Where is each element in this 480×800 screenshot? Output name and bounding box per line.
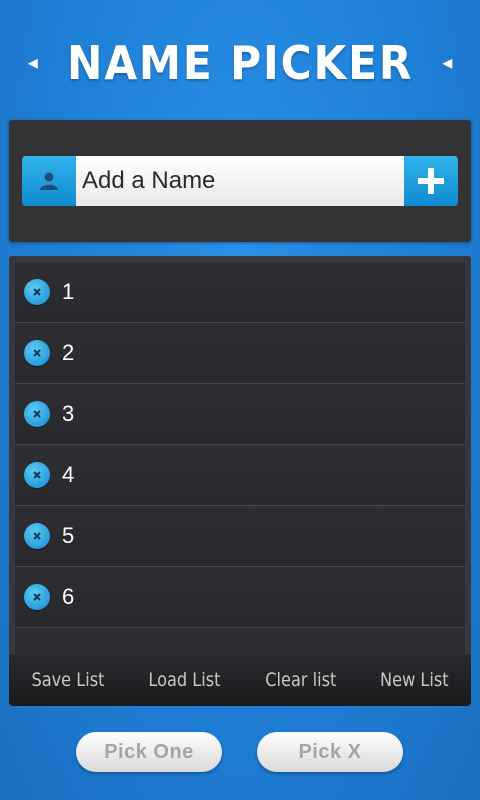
list-item: 2 [15, 323, 465, 384]
list-item-partial [15, 628, 465, 654]
remove-icon[interactable] [24, 584, 50, 610]
list-item-label: 6 [62, 584, 75, 609]
left-arrow-icon: ◂ [27, 52, 38, 74]
list-item-label: 1 [62, 279, 75, 304]
list-item-label: 3 [62, 401, 75, 426]
name-input[interactable] [76, 156, 404, 206]
pick-x-button[interactable]: Pick X [257, 732, 403, 772]
clear-list-button[interactable]: Clear list [265, 669, 336, 691]
person-icon[interactable] [22, 156, 76, 206]
save-list-button[interactable]: Save List [31, 669, 104, 691]
list-item-label: 2 [62, 340, 75, 365]
names-list-panel: 1 2 3 4 5 6 [9, 256, 471, 654]
add-name-row [22, 156, 458, 206]
list-item: 4 [15, 445, 465, 506]
new-list-button[interactable]: New List [380, 669, 449, 691]
list-item: 5 [15, 506, 465, 567]
add-name-panel [9, 120, 471, 242]
app-title: NAME PICKER [66, 36, 414, 90]
remove-icon[interactable] [24, 523, 50, 549]
remove-icon[interactable] [24, 279, 50, 305]
list-toolbar: Save List Load List Clear list New List [9, 654, 471, 706]
load-list-button[interactable]: Load List [149, 669, 221, 691]
remove-icon[interactable] [24, 462, 50, 488]
list-item: 1 [15, 262, 465, 323]
remove-icon[interactable] [24, 340, 50, 366]
list-item: 6 [15, 567, 465, 628]
list-item-label: 5 [62, 523, 75, 548]
app-header: ◂ NAME PICKER ◂ [0, 28, 480, 98]
names-list[interactable]: 1 2 3 4 5 6 [15, 262, 465, 654]
add-name-button[interactable] [404, 156, 458, 206]
pick-one-button[interactable]: Pick One [76, 732, 222, 772]
plus-icon [418, 168, 444, 194]
right-arrow-icon: ◂ [442, 52, 453, 74]
remove-icon[interactable] [24, 401, 50, 427]
list-item: 3 [15, 384, 465, 445]
list-item-label: 4 [62, 462, 75, 487]
